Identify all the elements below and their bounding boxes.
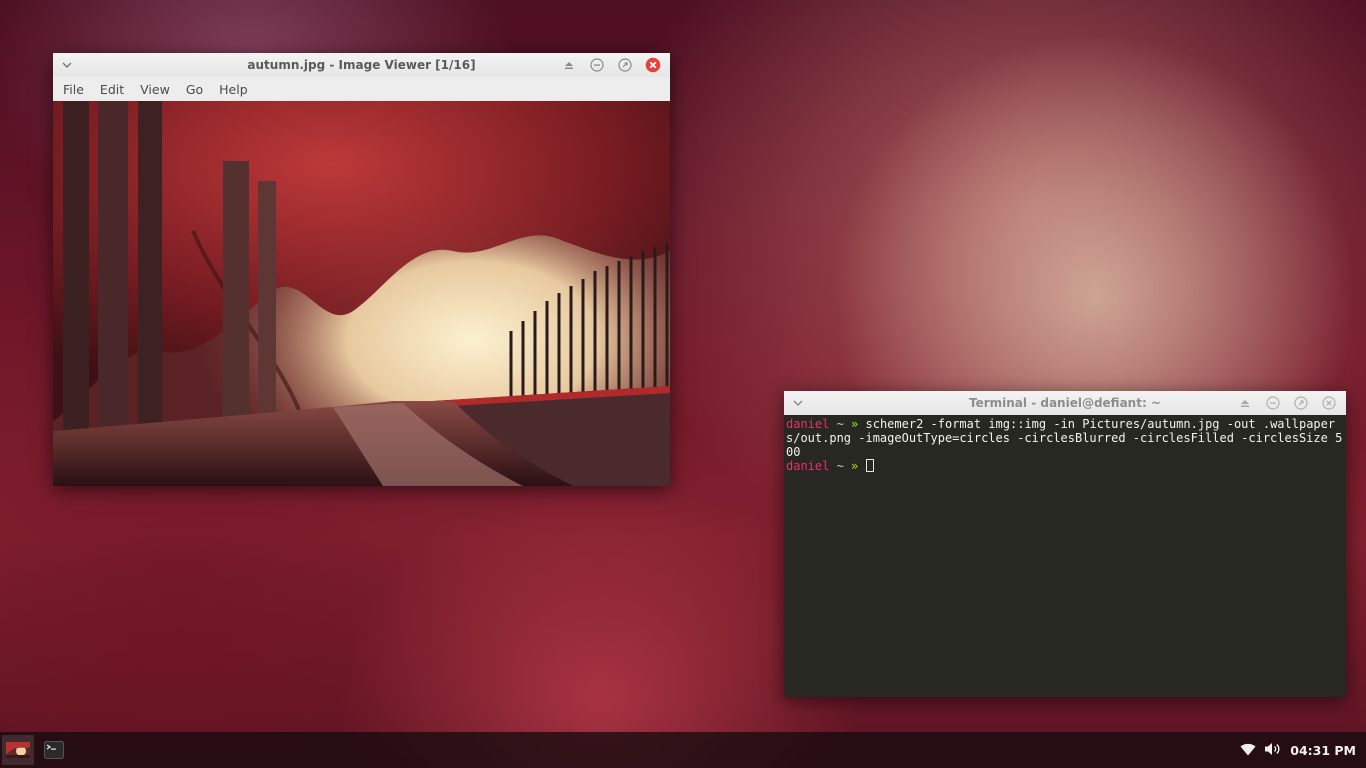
minimize-icon (1266, 396, 1280, 410)
menu-help[interactable]: Help (213, 82, 254, 97)
close-icon (645, 57, 661, 73)
menu-view[interactable]: View (134, 82, 176, 97)
shade-button[interactable] (1236, 394, 1254, 412)
terminal-output[interactable]: daniel ~ » schemer2 -format img::img -in… (784, 415, 1346, 697)
eject-icon (1241, 400, 1249, 407)
viewer-titlebar[interactable]: autumn.jpg - Image Viewer [1/16] (53, 53, 670, 77)
maximize-button[interactable] (1292, 394, 1310, 412)
prompt-dir: ~ (829, 417, 852, 431)
maximize-icon (1294, 396, 1308, 410)
menu-file[interactable]: File (57, 82, 90, 97)
image-viewer-task[interactable] (2, 735, 34, 765)
image-viewer-window[interactable]: autumn.jpg - Image Viewer [1/16] File Ed… (53, 53, 670, 486)
image-display[interactable] (53, 101, 670, 486)
wifi-button[interactable] (1240, 741, 1256, 760)
menu-edit[interactable]: Edit (94, 82, 130, 97)
terminal-task[interactable] (38, 735, 70, 765)
prompt-user: daniel (786, 459, 830, 473)
taskbar: 04:31 PM (0, 732, 1366, 768)
terminal-icon (44, 741, 64, 759)
chevron-down-icon (793, 400, 803, 406)
volume-icon (1265, 742, 1280, 755)
close-button[interactable] (644, 56, 662, 74)
eject-icon (565, 62, 573, 69)
wifi-icon (1240, 743, 1256, 755)
terminal-titlebar[interactable]: Terminal - daniel@defiant: ~ (784, 391, 1346, 415)
system-tray: 04:31 PM (1240, 732, 1356, 768)
maximize-icon (618, 58, 632, 72)
terminal-line: daniel ~ » schemer2 -format img::img -in… (786, 417, 1344, 459)
window-menu-button[interactable] (59, 57, 75, 73)
chevron-down-icon (62, 62, 72, 68)
menu-go[interactable]: Go (180, 82, 209, 97)
window-menu-button[interactable] (790, 395, 806, 411)
terminal-window[interactable]: Terminal - daniel@defiant: ~ daniel ~ » … (784, 391, 1346, 697)
command-text: schemer2 -format img::img -in Pictures/a… (786, 417, 1343, 459)
command-text (858, 459, 865, 473)
volume-button[interactable] (1264, 741, 1282, 760)
minimize-button[interactable] (588, 56, 606, 74)
maximize-button[interactable] (616, 56, 634, 74)
clock[interactable]: 04:31 PM (1290, 743, 1356, 758)
close-icon (1322, 396, 1336, 410)
prompt-dir: ~ (829, 459, 852, 473)
autumn-photo (53, 101, 670, 486)
text-cursor (865, 459, 874, 472)
viewer-menubar: File Edit View Go Help (53, 77, 670, 101)
terminal-line: daniel ~ » (786, 459, 1344, 473)
prompt-user: daniel (786, 417, 830, 431)
minimize-icon (590, 58, 604, 72)
minimize-button[interactable] (1264, 394, 1282, 412)
close-button[interactable] (1320, 394, 1338, 412)
photo-thumbnail-icon (6, 742, 30, 758)
shade-button[interactable] (560, 56, 578, 74)
